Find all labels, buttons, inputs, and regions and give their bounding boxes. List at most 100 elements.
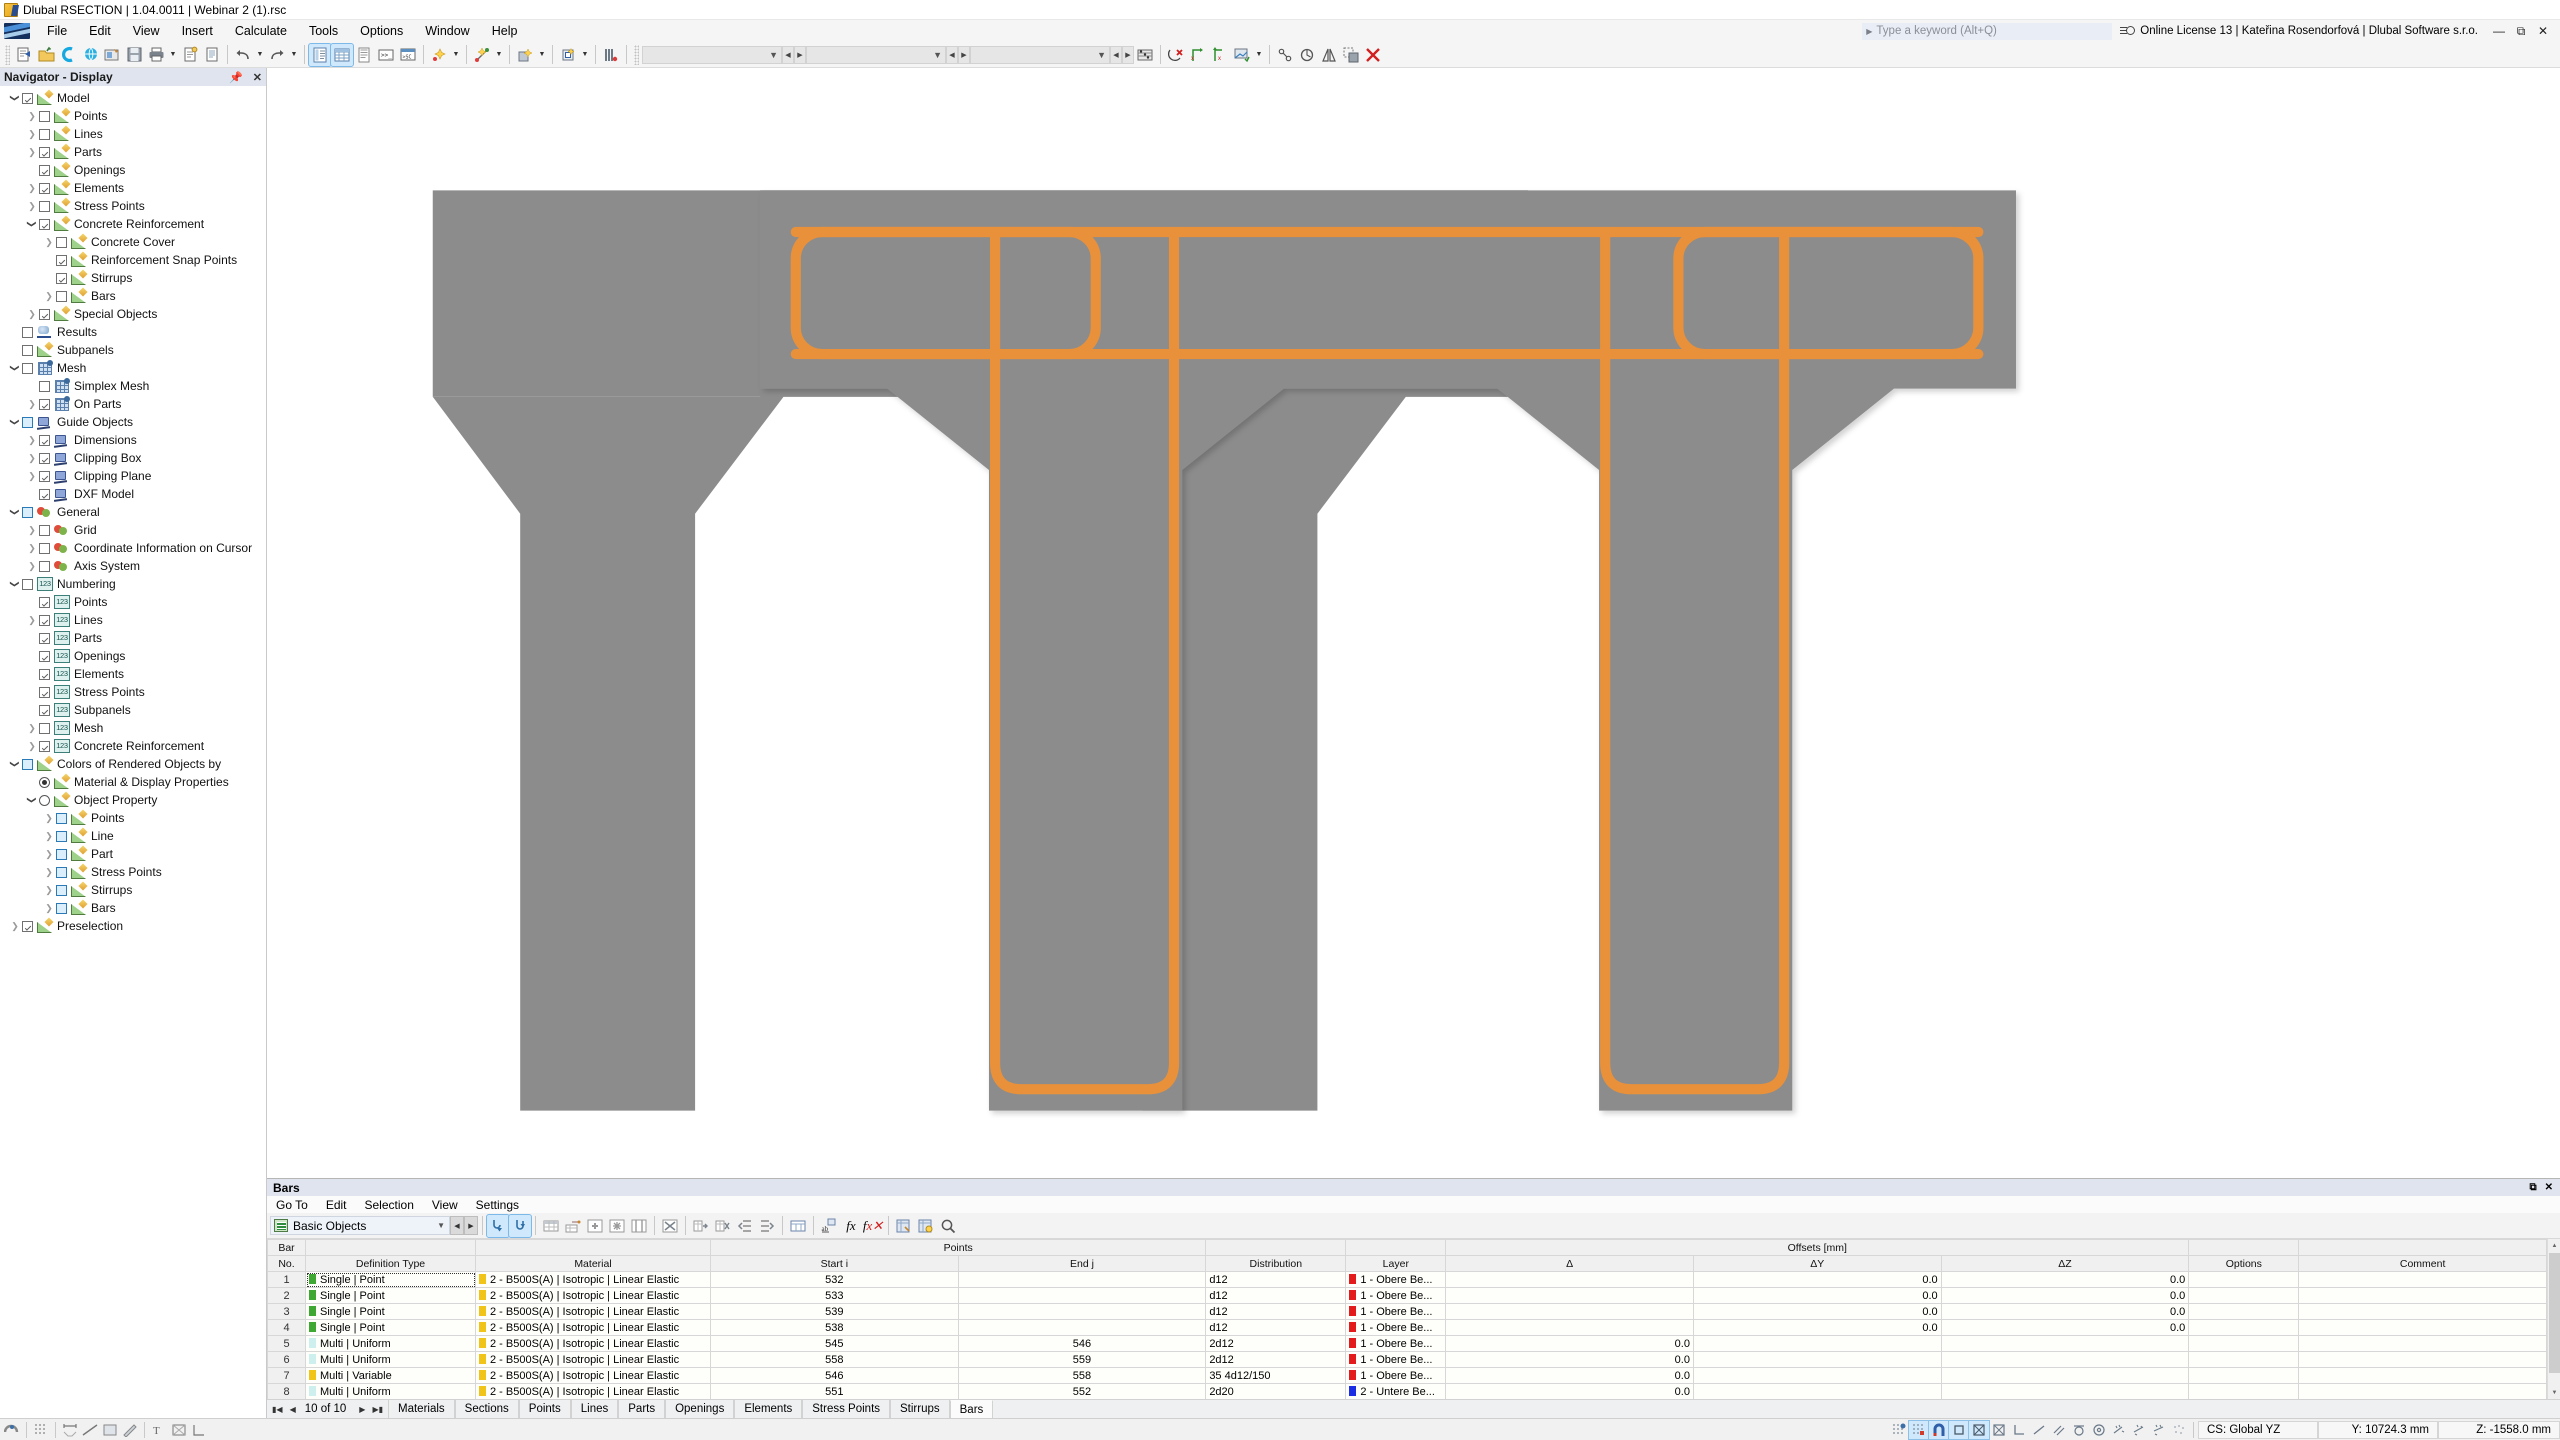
chevron-right-icon[interactable]: ❯ <box>42 883 56 897</box>
cell-delta-y[interactable]: 0.0 <box>1692 1287 1942 1304</box>
checkbox[interactable] <box>22 416 33 428</box>
delete-icon[interactable] <box>1362 44 1384 66</box>
cell-delta-z[interactable]: 0.0 <box>1940 1287 2190 1304</box>
table-tab-elements[interactable]: Elements <box>734 1400 803 1418</box>
cell-start-i[interactable]: 533 <box>710 1287 959 1304</box>
checkbox[interactable] <box>39 488 50 500</box>
tree-item-on-parts[interactable]: ❯ On Parts <box>0 395 266 413</box>
select-multiple-icon[interactable] <box>508 1213 532 1238</box>
table-menu-settings[interactable]: Settings <box>467 1196 528 1214</box>
pen-style-icon[interactable] <box>120 1421 140 1439</box>
checkbox[interactable] <box>39 686 50 698</box>
prev-object-icon[interactable]: ◀ <box>450 1216 464 1235</box>
checkbox[interactable] <box>56 812 67 824</box>
tree-item-openings[interactable]: ❯ Openings <box>0 647 266 665</box>
checkbox[interactable] <box>56 848 67 860</box>
cell-delta-y[interactable]: 0.0 <box>1692 1303 1942 1320</box>
cell-distribution[interactable]: d12 <box>1205 1319 1347 1336</box>
cell-end-j[interactable]: 546 <box>957 1335 1207 1352</box>
checkbox[interactable] <box>39 182 50 194</box>
array-copy-icon[interactable] <box>1340 44 1362 66</box>
delete-selection-icon[interactable] <box>1165 44 1187 66</box>
spin-next-icon[interactable]: ▶ <box>1122 45 1134 64</box>
col-header-layer-top[interactable] <box>1345 1239 1447 1256</box>
print-dropdown-icon[interactable]: ▼ <box>167 44 179 66</box>
tree-item-guide-objects[interactable]: ❯ Guide Objects <box>0 413 266 431</box>
chevron-right-icon[interactable]: ❯ <box>25 307 39 321</box>
chevron-down-icon[interactable]: ❯ <box>25 217 39 231</box>
wireframe-icon[interactable] <box>189 1421 209 1439</box>
cell-material[interactable]: 2 - B500S(A) | Isotropic | Linear Elasti… <box>475 1335 711 1352</box>
checkbox[interactable] <box>56 254 67 266</box>
tree-item-numbering[interactable]: ❯ Numbering <box>0 575 266 593</box>
view-grid-icon[interactable] <box>1889 1421 1909 1439</box>
filter-spinner-3[interactable]: ◀ ▶ <box>1110 45 1134 64</box>
chevron-right-icon[interactable]: ❯ <box>25 613 39 627</box>
cell-material[interactable]: 2 - B500S(A) | Isotropic | Linear Elasti… <box>475 1351 711 1368</box>
cell-bar-no[interactable]: 3 <box>267 1303 306 1320</box>
formula-delete-icon[interactable]: fx✕ <box>862 1215 884 1237</box>
table-menu-goto[interactable]: Go To <box>267 1196 317 1214</box>
cell-definition-type[interactable]: Single | Point <box>305 1287 476 1304</box>
printout-report-icon[interactable] <box>179 44 201 66</box>
cell-layer[interactable]: 2 - Untere Be... <box>1345 1383 1447 1399</box>
cell-delta-z[interactable]: 0.0 <box>1940 1271 2190 1288</box>
tree-item-mesh[interactable]: ❯ Mesh <box>0 719 266 737</box>
chevron-right-icon[interactable]: ❯ <box>42 811 56 825</box>
chevron-right-icon[interactable]: ❯ <box>25 739 39 753</box>
cell-start-i[interactable]: 539 <box>710 1303 959 1320</box>
table-panel-toggle-icon[interactable] <box>330 42 354 67</box>
parallel-snap-icon[interactable] <box>2049 1421 2069 1439</box>
rotate-icon[interactable] <box>1296 44 1318 66</box>
table-tab-points[interactable]: Points <box>518 1400 571 1418</box>
scrollbar-thumb[interactable] <box>2549 1253 2560 1373</box>
undo-dropdown-icon[interactable]: ▼ <box>254 44 266 66</box>
col-header-distribution[interactable]: Distribution <box>1205 1255 1347 1272</box>
cell-bar-no[interactable]: 1 <box>267 1271 306 1288</box>
cell-definition-type[interactable]: Single | Point <box>305 1271 476 1288</box>
script-editor-icon[interactable]: >SC <box>397 44 419 66</box>
chevron-right-icon[interactable]: ❯ <box>25 181 39 195</box>
cell-delta-z[interactable] <box>1940 1367 2190 1384</box>
menu-file[interactable]: File <box>36 21 78 41</box>
tree-item-lines[interactable]: ❯ Lines <box>0 125 266 143</box>
cell-delta[interactable] <box>1445 1303 1694 1320</box>
table-tab-stress-points[interactable]: Stress Points <box>802 1400 891 1418</box>
cell-bar-no[interactable]: 2 <box>267 1287 306 1304</box>
new-opening-icon[interactable] <box>557 44 579 66</box>
tree-item-material-display-properties[interactable]: ❯ Material & Display Properties <box>0 773 266 791</box>
tree-item-results[interactable]: ❯ Results <box>0 323 266 341</box>
text-style-icon[interactable]: T <box>149 1421 169 1439</box>
menu-help[interactable]: Help <box>481 21 529 41</box>
move-in-y-icon[interactable]: x <box>1209 44 1231 66</box>
object-filter-select[interactable]: Basic Objects ▼ <box>270 1216 450 1235</box>
cell-start-i[interactable]: 546 <box>710 1367 959 1384</box>
cartesian-grid-icon[interactable] <box>31 1421 51 1439</box>
chevron-right-icon[interactable]: ❯ <box>25 433 39 447</box>
col-header-offsets-group[interactable]: Offsets [mm] <box>1445 1239 2190 1256</box>
tree-item-openings[interactable]: ❯ Openings <box>0 161 266 179</box>
insert-row-icon[interactable] <box>562 1215 584 1237</box>
cell-definition-type[interactable]: Multi | Uniform <box>305 1383 476 1399</box>
tree-item-dxf-model[interactable]: ❯ DXF Model <box>0 485 266 503</box>
col-header-options[interactable]: Options <box>2188 1255 2300 1272</box>
pin-icon[interactable]: 📌 <box>225 71 247 84</box>
view-settings-dropdown-icon[interactable]: ▼ <box>1253 44 1265 66</box>
cell-end-j[interactable]: 552 <box>957 1383 1207 1399</box>
col-header-comment-top[interactable] <box>2298 1239 2547 1256</box>
checkbox[interactable] <box>39 614 50 626</box>
chevron-right-icon[interactable]: ❯ <box>42 847 56 861</box>
cell-bar-no[interactable]: 4 <box>267 1319 306 1336</box>
new-point-icon[interactable] <box>428 44 450 66</box>
move-in-x-icon[interactable]: x <box>1187 44 1209 66</box>
tree-item-concrete-reinforcement[interactable]: ❯ Concrete Reinforcement <box>0 215 266 233</box>
checkbox[interactable] <box>39 470 50 482</box>
cell-delta-z[interactable]: 0.0 <box>1940 1303 2190 1320</box>
radio-button[interactable] <box>39 794 50 806</box>
render-mode-icon[interactable] <box>169 1421 189 1439</box>
cell-definition-type[interactable]: Single | Point <box>305 1303 476 1320</box>
export-table-icon[interactable] <box>712 1215 734 1237</box>
tree-item-clipping-plane[interactable]: ❯ Clipping Plane <box>0 467 266 485</box>
filter-combo-1[interactable]: ▼ <box>642 45 782 64</box>
checkbox[interactable] <box>56 236 67 248</box>
